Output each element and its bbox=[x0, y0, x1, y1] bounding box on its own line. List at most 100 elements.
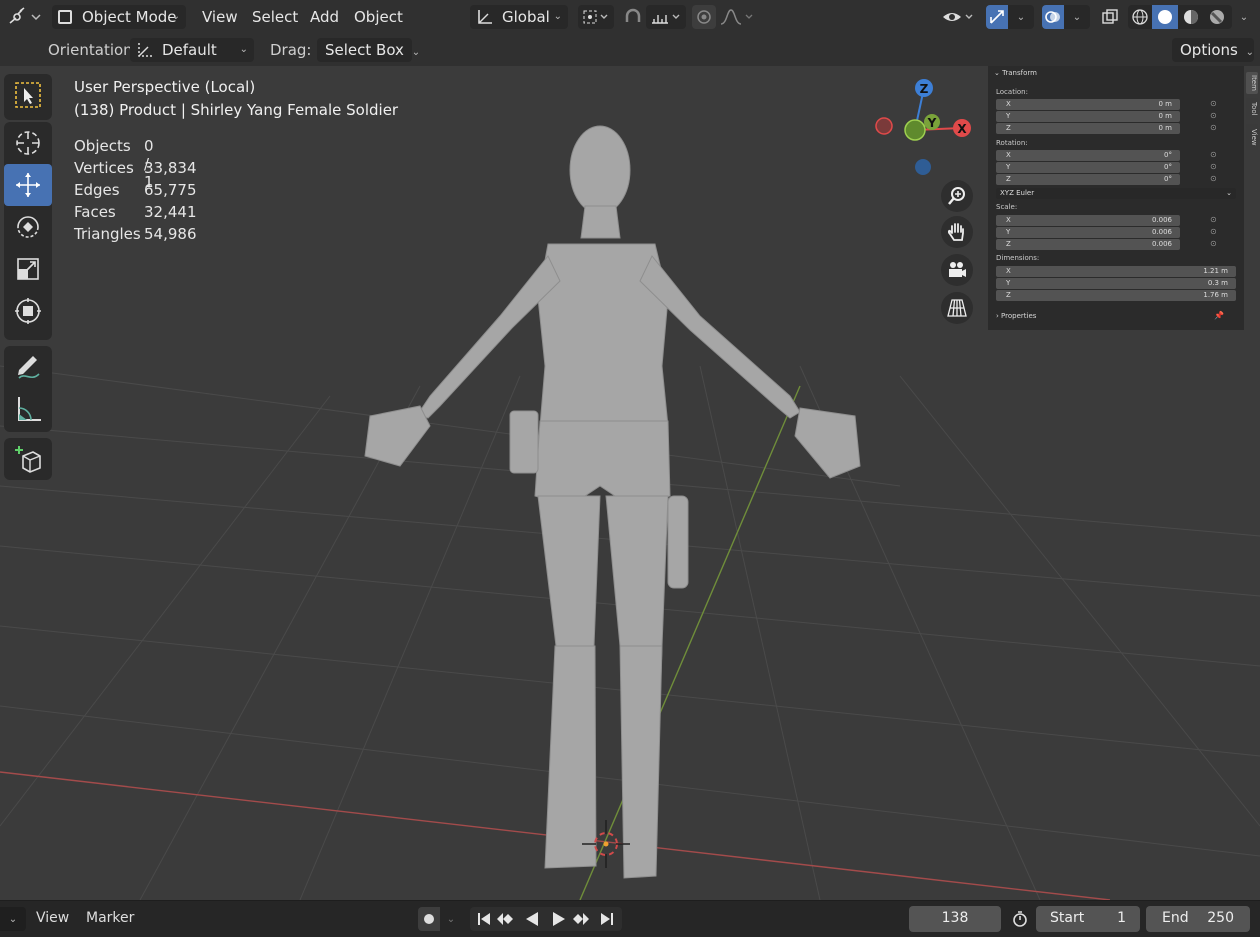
next-keyframe-icon[interactable] bbox=[573, 913, 589, 925]
menu-select[interactable]: Select bbox=[252, 5, 298, 29]
tab-tool[interactable]: Tool bbox=[1246, 98, 1258, 120]
lock-icon[interactable]: ⊙ bbox=[1210, 123, 1217, 132]
dimensions-y-field[interactable]: Y 0.3 m bbox=[996, 278, 1236, 289]
timeline-menu-marker[interactable]: Marker bbox=[86, 910, 134, 926]
proportional-editing-toggle[interactable] bbox=[692, 5, 716, 29]
rotation-y-field[interactable]: Y 0° bbox=[996, 162, 1180, 173]
navigation-gizmo[interactable]: Z X Y bbox=[870, 74, 980, 184]
play-icon[interactable] bbox=[553, 912, 565, 926]
scale-x-field[interactable]: X 0.006 bbox=[996, 215, 1180, 226]
gizmo-arrows-icon bbox=[990, 10, 1004, 24]
rotate-tool[interactable] bbox=[4, 206, 52, 248]
chevron-down-icon: ⌄ bbox=[1239, 11, 1249, 23]
chevron-down-icon: ⌄ bbox=[1245, 47, 1255, 58]
move-arrows-icon bbox=[16, 173, 40, 197]
current-frame-field[interactable]: 138 bbox=[909, 906, 1001, 932]
wireframe-shading-button[interactable] bbox=[1128, 5, 1152, 29]
lock-icon[interactable]: ⊙ bbox=[1210, 227, 1217, 236]
lock-icon[interactable]: ⊙ bbox=[1210, 215, 1217, 224]
scale-y-field[interactable]: Y 0.006 bbox=[996, 227, 1180, 238]
gizmo-dropdown[interactable]: ⌄ bbox=[1008, 5, 1034, 29]
location-z-field[interactable]: Z 0 m bbox=[996, 123, 1180, 134]
timeline-editor-type-button[interactable]: ⌄ bbox=[0, 907, 26, 931]
solid-shading-button[interactable] bbox=[1152, 5, 1178, 29]
lock-icon[interactable]: ⊙ bbox=[1210, 162, 1217, 171]
tab-view[interactable]: View bbox=[1246, 124, 1258, 150]
material-shading-button[interactable] bbox=[1178, 5, 1204, 29]
orientation-dropdown[interactable]: Default ⌄ bbox=[130, 38, 254, 62]
gizmo-toggle[interactable] bbox=[986, 5, 1008, 29]
falloff-dropdown[interactable] bbox=[718, 5, 756, 29]
keying-toggle[interactable] bbox=[418, 907, 440, 931]
snap-toggle[interactable] bbox=[620, 5, 646, 29]
drag-dropdown[interactable]: Select Box ⌄ bbox=[317, 38, 420, 62]
pin-icon[interactable]: 📌 bbox=[1214, 311, 1224, 320]
timeline-menu-view[interactable]: View bbox=[36, 910, 69, 926]
tab-item[interactable]: Item bbox=[1246, 72, 1258, 94]
shading-dropdown[interactable]: ⌄ bbox=[1234, 5, 1254, 29]
end-frame-field[interactable]: End 250 bbox=[1146, 906, 1250, 932]
xray-toggle[interactable] bbox=[1098, 5, 1122, 29]
dimensions-x-field[interactable]: X 1.21 m bbox=[996, 266, 1236, 277]
lock-icon[interactable]: ⊙ bbox=[1210, 239, 1217, 248]
location-x-field[interactable]: X 0 m bbox=[996, 99, 1180, 110]
play-reverse-icon[interactable] bbox=[526, 912, 538, 926]
pivot-point-dropdown[interactable] bbox=[578, 5, 614, 29]
annotate-tool[interactable] bbox=[4, 346, 52, 388]
mode-dropdown[interactable]: Object Mode ⌄ bbox=[52, 5, 186, 29]
toolbar-add bbox=[4, 438, 52, 480]
keying-dropdown[interactable]: ⌄ bbox=[440, 907, 462, 931]
editor-type-button[interactable] bbox=[6, 5, 44, 29]
lock-icon[interactable]: ⊙ bbox=[1210, 111, 1217, 120]
stat-value: 65,775 bbox=[144, 181, 197, 199]
rotation-x-field[interactable]: X 0° bbox=[996, 150, 1180, 161]
add-cube-tool[interactable] bbox=[4, 438, 52, 480]
stat-label: Vertices bbox=[74, 159, 134, 177]
prev-keyframe-icon[interactable] bbox=[497, 913, 520, 925]
scale-z-field[interactable]: Z 0.006 bbox=[996, 239, 1180, 250]
rotation-z-field[interactable]: Z 0° bbox=[996, 174, 1180, 185]
select-box-tool[interactable] bbox=[4, 74, 52, 116]
lock-icon[interactable]: ⊙ bbox=[1210, 174, 1217, 183]
jump-end-icon[interactable] bbox=[601, 913, 613, 925]
pan-button[interactable] bbox=[941, 216, 973, 248]
dimensions-z-field[interactable]: Z 1.76 m bbox=[996, 290, 1236, 301]
properties-panel-header[interactable]: › Properties bbox=[996, 312, 1036, 320]
camera-view-button[interactable] bbox=[941, 254, 973, 286]
mode-label: Object Mode bbox=[82, 8, 177, 26]
overlays-dropdown[interactable]: ⌄ bbox=[1064, 5, 1090, 29]
menu-view[interactable]: View bbox=[202, 5, 238, 29]
menu-object[interactable]: Object bbox=[354, 5, 403, 29]
menu-add[interactable]: Add bbox=[310, 5, 339, 29]
drag-label: Drag: bbox=[270, 41, 312, 59]
zoom-button[interactable] bbox=[941, 180, 973, 212]
snap-target-dropdown[interactable] bbox=[646, 5, 686, 29]
material-sphere-icon bbox=[1184, 10, 1198, 24]
rendered-shading-button[interactable] bbox=[1204, 5, 1230, 29]
visibility-dropdown[interactable] bbox=[940, 5, 978, 29]
current-frame-value: 138 bbox=[941, 910, 969, 926]
scale-tool[interactable] bbox=[4, 248, 52, 290]
lock-icon[interactable]: ⊙ bbox=[1210, 150, 1217, 159]
transform-tool[interactable] bbox=[4, 290, 52, 332]
field-value: 0 m bbox=[1158, 112, 1173, 120]
jump-start-icon[interactable] bbox=[478, 913, 490, 925]
options-dropdown[interactable]: Options ⌄ bbox=[1172, 38, 1254, 62]
cursor-tool[interactable] bbox=[4, 122, 52, 164]
overlays-toggle[interactable] bbox=[1042, 5, 1064, 29]
transform-panel-header[interactable]: ⌄ Transform bbox=[994, 69, 1037, 77]
grid-perspective-icon bbox=[947, 299, 967, 317]
start-frame-field[interactable]: Start 1 bbox=[1036, 906, 1140, 932]
orientation-label: Orientation: bbox=[48, 41, 138, 59]
perspective-toggle-button[interactable] bbox=[941, 292, 973, 324]
snap-increment-icon bbox=[652, 14, 680, 24]
transform-orientation-dropdown[interactable]: Global ⌄ bbox=[470, 5, 568, 29]
lock-icon[interactable]: ⊙ bbox=[1210, 99, 1217, 108]
rotation-mode-dropdown[interactable]: XYZ Euler ⌄ bbox=[996, 188, 1236, 199]
location-y-field[interactable]: Y 0 m bbox=[996, 111, 1180, 122]
orientation-axes-icon bbox=[138, 43, 152, 57]
measure-tool[interactable] bbox=[4, 388, 52, 430]
pivot-icon bbox=[583, 10, 608, 24]
use-preview-range-toggle[interactable] bbox=[1008, 907, 1032, 931]
move-tool[interactable] bbox=[4, 164, 52, 206]
